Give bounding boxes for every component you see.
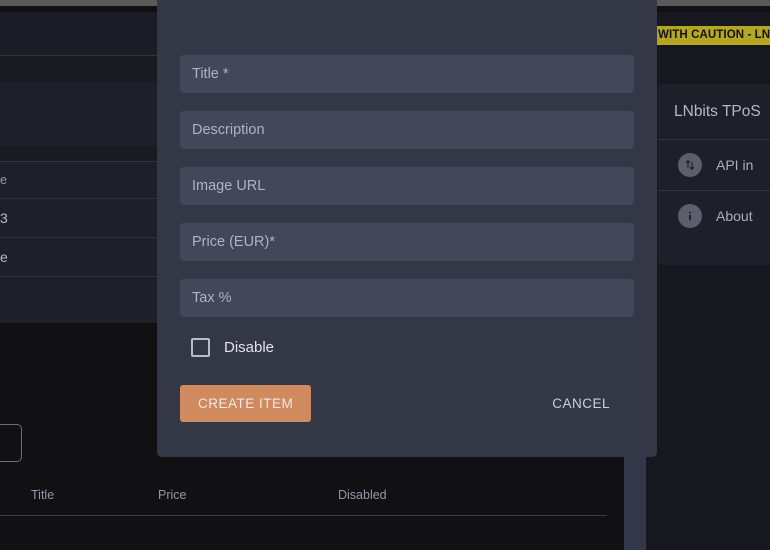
- swap-vertical-icon: [678, 153, 702, 177]
- cancel-button[interactable]: CANCEL: [538, 385, 624, 422]
- create-item-button[interactable]: CREATE ITEM: [180, 385, 311, 422]
- description-field[interactable]: Description: [180, 111, 634, 149]
- card-row-label: API in: [716, 157, 753, 173]
- price-field[interactable]: Price (EUR)*: [180, 223, 634, 261]
- items-table-header-row: Title Price Disabled: [0, 476, 607, 516]
- ghost-action-button[interactable]: [0, 424, 22, 462]
- caution-banner: WITH CAUTION - LN: [655, 26, 770, 45]
- info-icon: [678, 204, 702, 228]
- image-url-field[interactable]: Image URL: [180, 167, 634, 205]
- items-table: Title Price Disabled: [0, 476, 607, 516]
- column-header-title[interactable]: Title: [0, 488, 158, 502]
- tax-field[interactable]: Tax %: [180, 279, 634, 317]
- dialog-actions: CREATE ITEM CANCEL: [180, 385, 634, 422]
- card-row-about[interactable]: About: [658, 190, 770, 241]
- column-header-disabled[interactable]: Disabled: [338, 488, 518, 502]
- create-item-dialog: Title * Description Image URL Price (EUR…: [157, 0, 657, 457]
- app-root: e Currency 3 EUR e EUR: [0, 0, 770, 550]
- disable-checkbox-row[interactable]: Disable: [180, 338, 634, 357]
- disable-checkbox[interactable]: [191, 338, 210, 357]
- card-title: LNbits TPoS: [658, 84, 770, 139]
- title-field[interactable]: Title *: [180, 55, 634, 93]
- disable-checkbox-label: Disable: [224, 339, 274, 356]
- column-header-price[interactable]: Price: [158, 488, 338, 502]
- lnbits-tpos-card: LNbits TPoS API in About: [658, 84, 770, 265]
- card-row-api-info[interactable]: API in: [658, 139, 770, 190]
- card-row-label: About: [716, 208, 753, 224]
- card-footer-spacer: [658, 241, 770, 265]
